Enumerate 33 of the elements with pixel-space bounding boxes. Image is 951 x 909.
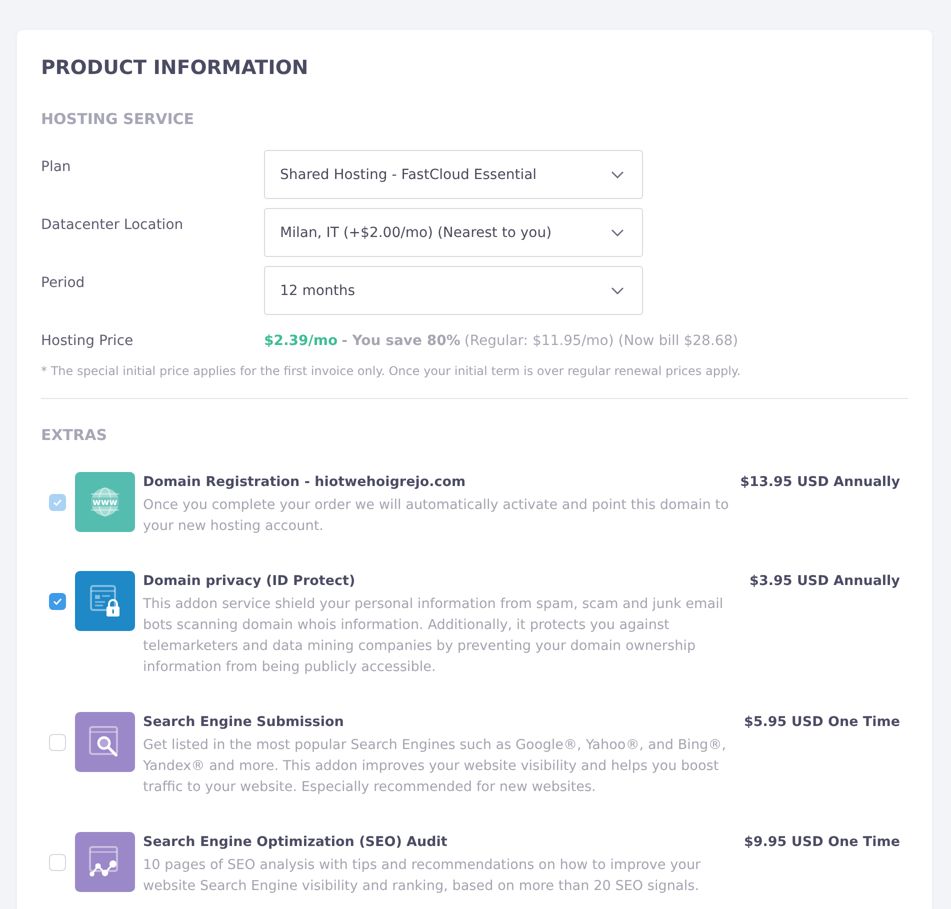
dropdown-select[interactable]: Milan, IT (+$2.00/mo) (Nearest to you) (264, 208, 643, 257)
chevron-down-icon (611, 170, 624, 178)
chevron-down-icon (611, 286, 624, 294)
dropdown-select[interactable]: 12 months (264, 266, 643, 315)
price-note: * The special initial price applies for the first invoice only. Once your initial term is over regular renewal prices apply. (41, 363, 742, 379)
addon-price: $5.95 USD One Time (743, 713, 900, 732)
field-label: Hosting Price (41, 332, 134, 351)
regular-price-text: (Regular: $11.95/mo) (Now bill $28.68) (464, 332, 738, 351)
dropdown-select[interactable]: Shared Hosting - FastCloud Essential (264, 150, 643, 199)
addon-price: $13.95 USD Annually (740, 473, 900, 492)
field-label: Period (41, 274, 86, 293)
field-label: Plan (41, 158, 72, 177)
section-heading: EXTRAS (41, 425, 108, 445)
sale-price: $2.39/mo (264, 332, 338, 351)
addon-description: Once you complete your order we will automatically activate and point this domain to your new hosting account. (143, 496, 730, 536)
addon-title: Search Engine Optimization (SEO) Audit (143, 833, 448, 852)
section-title: PRODUCT INFORMATION (41, 56, 310, 80)
addon-description: This addon service shield your personal information from spam, scam and junk email bots scanning domain whois information. Additionally, it protects you against telemarketers and data mining companies by preventing your domain ownership information from being publicly accessible. (143, 595, 724, 677)
section-heading: HOSTING SERVICE (41, 109, 196, 129)
addon-price: $9.95 USD One Time (743, 833, 900, 852)
addon-description: Get listed in the most popular Search Engines such as Google®, Yahoo®, and Bing®, Yandex® and more. This addon improves your website visibility and helps you boost traffic to your website. Especially recommended for new websites. (143, 736, 728, 797)
savings-text: - You save 80% (342, 332, 460, 351)
chevron-down-icon (611, 228, 624, 236)
field-label: Datacenter Location (41, 216, 184, 235)
checkbox[interactable] (49, 592, 66, 610)
addon-price: $3.95 USD Annually (748, 572, 900, 591)
addon-title: Domain Registration - hiotwehoigrejo.com (143, 473, 467, 492)
www-globe-icon: www (75, 472, 135, 532)
addon-title: Search Engine Submission (143, 713, 345, 732)
addon-title: Domain privacy (ID Protect) (143, 572, 356, 591)
addon-description: 10 pages of SEO analysis with tips and recommendations on how to improve your website Search Engine visibility and ranking, based on more than 20 SEO signals. (143, 856, 702, 896)
check-icon (53, 498, 62, 506)
check-icon (53, 598, 62, 604)
